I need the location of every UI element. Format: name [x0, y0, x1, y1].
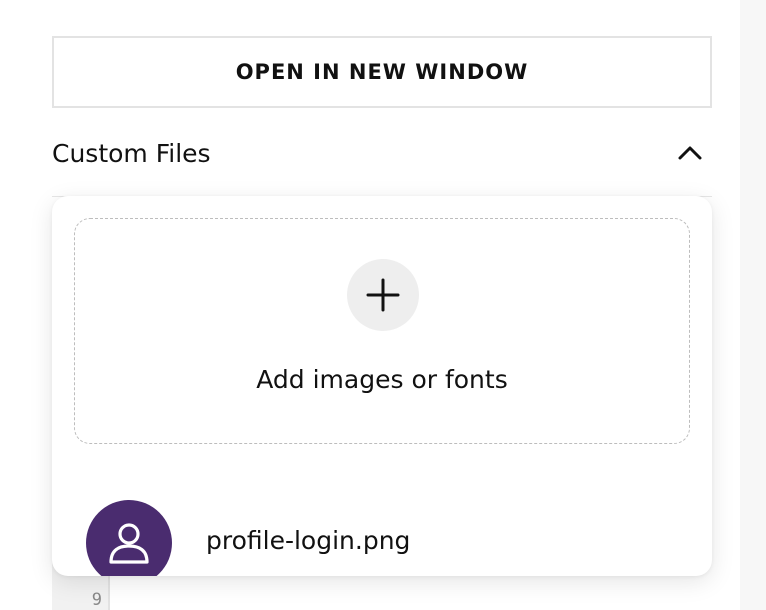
custom-files-panel: Add images or fonts profile-login.png — [52, 196, 712, 576]
custom-files-header[interactable]: Custom Files — [52, 122, 712, 184]
chevron-up-icon[interactable] — [672, 135, 708, 171]
page: OPEN IN NEW WINDOW Custom Files 9 Add im… — [0, 0, 766, 610]
file-list-item[interactable]: profile-login.png — [52, 496, 712, 576]
file-name: profile-login.png — [206, 526, 411, 555]
plus-icon[interactable] — [347, 259, 419, 331]
gutter-line-number: 9 — [91, 590, 102, 610]
upload-dropzone[interactable]: Add images or fonts — [74, 218, 690, 444]
right-rail — [740, 0, 766, 610]
dropzone-label: Add images or fonts — [256, 365, 508, 394]
user-icon — [86, 500, 172, 576]
custom-files-title: Custom Files — [52, 138, 211, 168]
open-in-new-window-label: OPEN IN NEW WINDOW — [235, 60, 529, 84]
open-in-new-window-button[interactable]: OPEN IN NEW WINDOW — [52, 36, 712, 108]
